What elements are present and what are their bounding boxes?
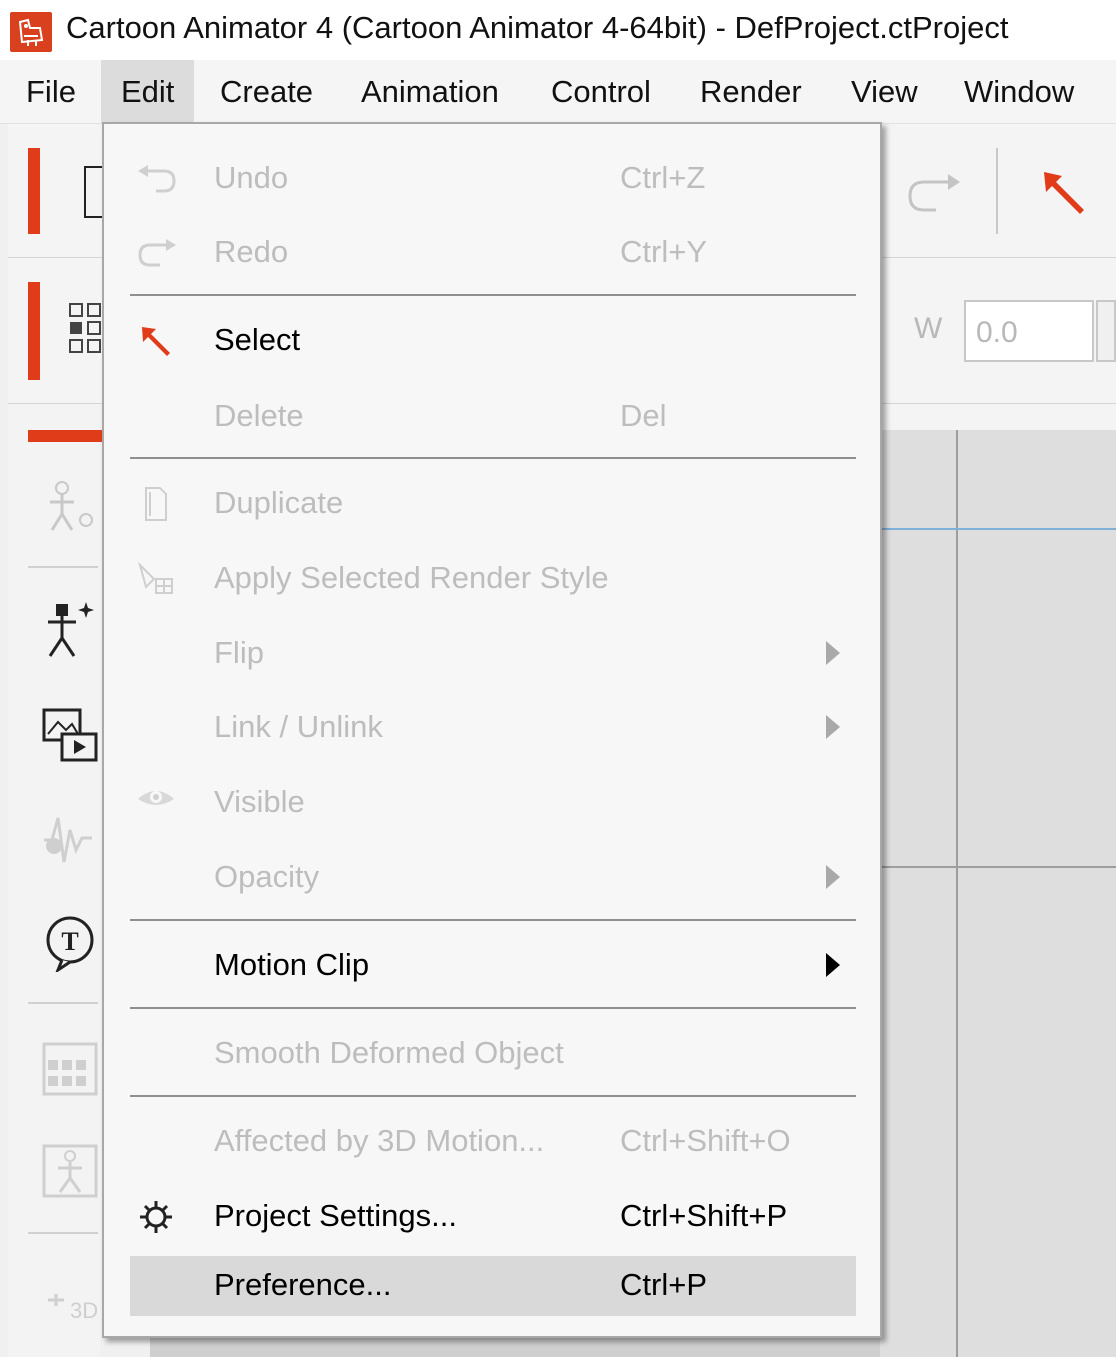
menu-item-duplicate[interactable]: Duplicate bbox=[130, 469, 856, 539]
menu-item-label: Select bbox=[214, 322, 301, 357]
menu-bar: File Edit Create Animation Control Rende… bbox=[0, 60, 1116, 124]
menu-edit[interactable]: Edit bbox=[101, 60, 195, 124]
menu-item-label: Preference... bbox=[214, 1267, 392, 1302]
undo-icon bbox=[138, 165, 176, 193]
select-arrow-icon bbox=[142, 327, 170, 356]
scene-media-icon[interactable] bbox=[40, 706, 100, 766]
sidebar-grip bbox=[28, 430, 104, 442]
text-bubble-icon[interactable]: T bbox=[40, 912, 100, 972]
menu-item-link-unlink[interactable]: Link / Unlink bbox=[130, 693, 856, 763]
menu-item-delete[interactable]: Delete Del bbox=[130, 382, 856, 452]
title-bar: Cartoon Animator 4 (Cartoon Animator 4-6… bbox=[0, 0, 1116, 60]
submenu-arrow-icon bbox=[826, 953, 840, 977]
menu-separator bbox=[130, 1095, 856, 1097]
redo-icon bbox=[138, 239, 176, 267]
duplicate-icon bbox=[145, 487, 167, 521]
new-project-icon[interactable] bbox=[84, 166, 104, 218]
select-tool-icon[interactable] bbox=[1040, 168, 1090, 218]
sidebar-divider bbox=[28, 566, 98, 568]
bone-editor-icon[interactable] bbox=[40, 1140, 100, 1200]
menu-item-label: Visible bbox=[214, 784, 305, 819]
menu-item-label: Flip bbox=[214, 635, 264, 670]
sidebar-divider bbox=[28, 1002, 98, 1004]
menu-window[interactable]: Window bbox=[944, 60, 1094, 124]
submenu-arrow-icon bbox=[826, 865, 840, 889]
menu-separator bbox=[130, 294, 856, 296]
stage-guide-line bbox=[880, 528, 1116, 530]
menu-item-shortcut: Ctrl+P bbox=[620, 1267, 707, 1302]
audio-wave-icon[interactable] bbox=[40, 810, 100, 870]
toolbar-grip bbox=[28, 282, 40, 380]
menu-item-shortcut: Ctrl+Y bbox=[620, 234, 707, 269]
menu-item-visible[interactable]: Visible bbox=[130, 768, 856, 838]
menu-item-shortcut: Del bbox=[620, 398, 667, 433]
menu-animation[interactable]: Animation bbox=[341, 60, 519, 124]
character-icon[interactable] bbox=[40, 478, 100, 538]
grid-layout-icon[interactable] bbox=[40, 1040, 100, 1100]
stage-viewport[interactable] bbox=[880, 430, 1116, 1357]
eye-icon bbox=[138, 791, 174, 805]
3d-motion-icon[interactable]: 3D bbox=[40, 1270, 100, 1330]
character-create-icon[interactable] bbox=[40, 600, 100, 660]
app-logo-icon bbox=[10, 12, 52, 52]
menu-item-shortcut: Ctrl+Shift+O bbox=[620, 1123, 791, 1158]
menu-item-project-settings[interactable]: Project Settings... Ctrl+Shift+P bbox=[130, 1182, 856, 1252]
menu-file[interactable]: File bbox=[6, 60, 96, 124]
sidebar-divider bbox=[28, 1232, 98, 1234]
menu-item-undo[interactable]: Undo Ctrl+Z bbox=[130, 144, 856, 214]
window-title: Cartoon Animator 4 (Cartoon Animator 4-6… bbox=[66, 10, 1009, 45]
stage-guide-line bbox=[956, 430, 958, 1357]
menu-item-select[interactable]: Select bbox=[130, 306, 856, 376]
menu-separator bbox=[130, 457, 856, 459]
menu-item-shortcut: Ctrl+Shift+P bbox=[620, 1198, 788, 1233]
menu-view[interactable]: View bbox=[831, 60, 938, 124]
menu-item-label: Undo bbox=[214, 160, 289, 195]
timeline-strip bbox=[150, 1338, 880, 1357]
menu-item-apply-render-style[interactable]: Apply Selected Render Style bbox=[130, 544, 856, 614]
edit-menu-dropdown: Undo Ctrl+Z Redo Ctrl+Y Select Delete De… bbox=[102, 122, 882, 1338]
render-style-icon bbox=[138, 561, 173, 594]
menu-create[interactable]: Create bbox=[200, 60, 333, 124]
menu-separator bbox=[130, 1007, 856, 1009]
toolbar-divider bbox=[996, 148, 998, 234]
grid-icon[interactable] bbox=[68, 302, 104, 358]
menu-item-preference[interactable]: Preference... Ctrl+P bbox=[130, 1256, 856, 1316]
menu-item-motion-clip[interactable]: Motion Clip bbox=[130, 931, 856, 1001]
stage-guide-line bbox=[880, 866, 1116, 868]
menu-item-label: Motion Clip bbox=[214, 947, 370, 982]
menu-item-label: Link / Unlink bbox=[214, 709, 383, 744]
menu-render[interactable]: Render bbox=[680, 60, 822, 124]
menu-item-affected-3d-motion[interactable]: Affected by 3D Motion... Ctrl+Shift+O bbox=[130, 1107, 856, 1177]
menu-item-smooth-deformed[interactable]: Smooth Deformed Object bbox=[130, 1019, 856, 1089]
width-spinner[interactable] bbox=[1096, 300, 1116, 362]
menu-item-shortcut: Ctrl+Z bbox=[620, 160, 706, 195]
svg-text:3D: 3D bbox=[70, 1298, 98, 1323]
menu-separator bbox=[130, 919, 856, 921]
width-input[interactable]: 0.0 bbox=[964, 300, 1094, 362]
left-sidebar bbox=[8, 404, 104, 1357]
submenu-arrow-icon bbox=[826, 715, 840, 739]
gear-icon bbox=[140, 1201, 172, 1233]
menu-item-label: Smooth Deformed Object bbox=[214, 1035, 564, 1070]
menu-item-label: Affected by 3D Motion... bbox=[214, 1123, 545, 1158]
menu-item-label: Opacity bbox=[214, 859, 320, 894]
menu-control[interactable]: Control bbox=[531, 60, 671, 124]
menu-item-label: Project Settings... bbox=[214, 1198, 457, 1233]
submenu-arrow-icon bbox=[826, 641, 840, 665]
svg-text:T: T bbox=[61, 927, 78, 956]
viewport-header bbox=[880, 404, 1116, 430]
menu-item-flip[interactable]: Flip bbox=[130, 619, 856, 689]
width-label: W bbox=[914, 312, 943, 345]
menu-item-label: Duplicate bbox=[214, 485, 344, 520]
toolbar-grip bbox=[28, 148, 40, 234]
menu-item-label: Delete bbox=[214, 398, 304, 433]
redo-toolbar-icon[interactable] bbox=[902, 168, 968, 218]
menu-item-redo[interactable]: Redo Ctrl+Y bbox=[130, 218, 856, 288]
menu-item-label: Redo bbox=[214, 234, 289, 269]
menu-item-label: Apply Selected Render Style bbox=[214, 560, 609, 595]
menu-item-opacity[interactable]: Opacity bbox=[130, 843, 856, 913]
